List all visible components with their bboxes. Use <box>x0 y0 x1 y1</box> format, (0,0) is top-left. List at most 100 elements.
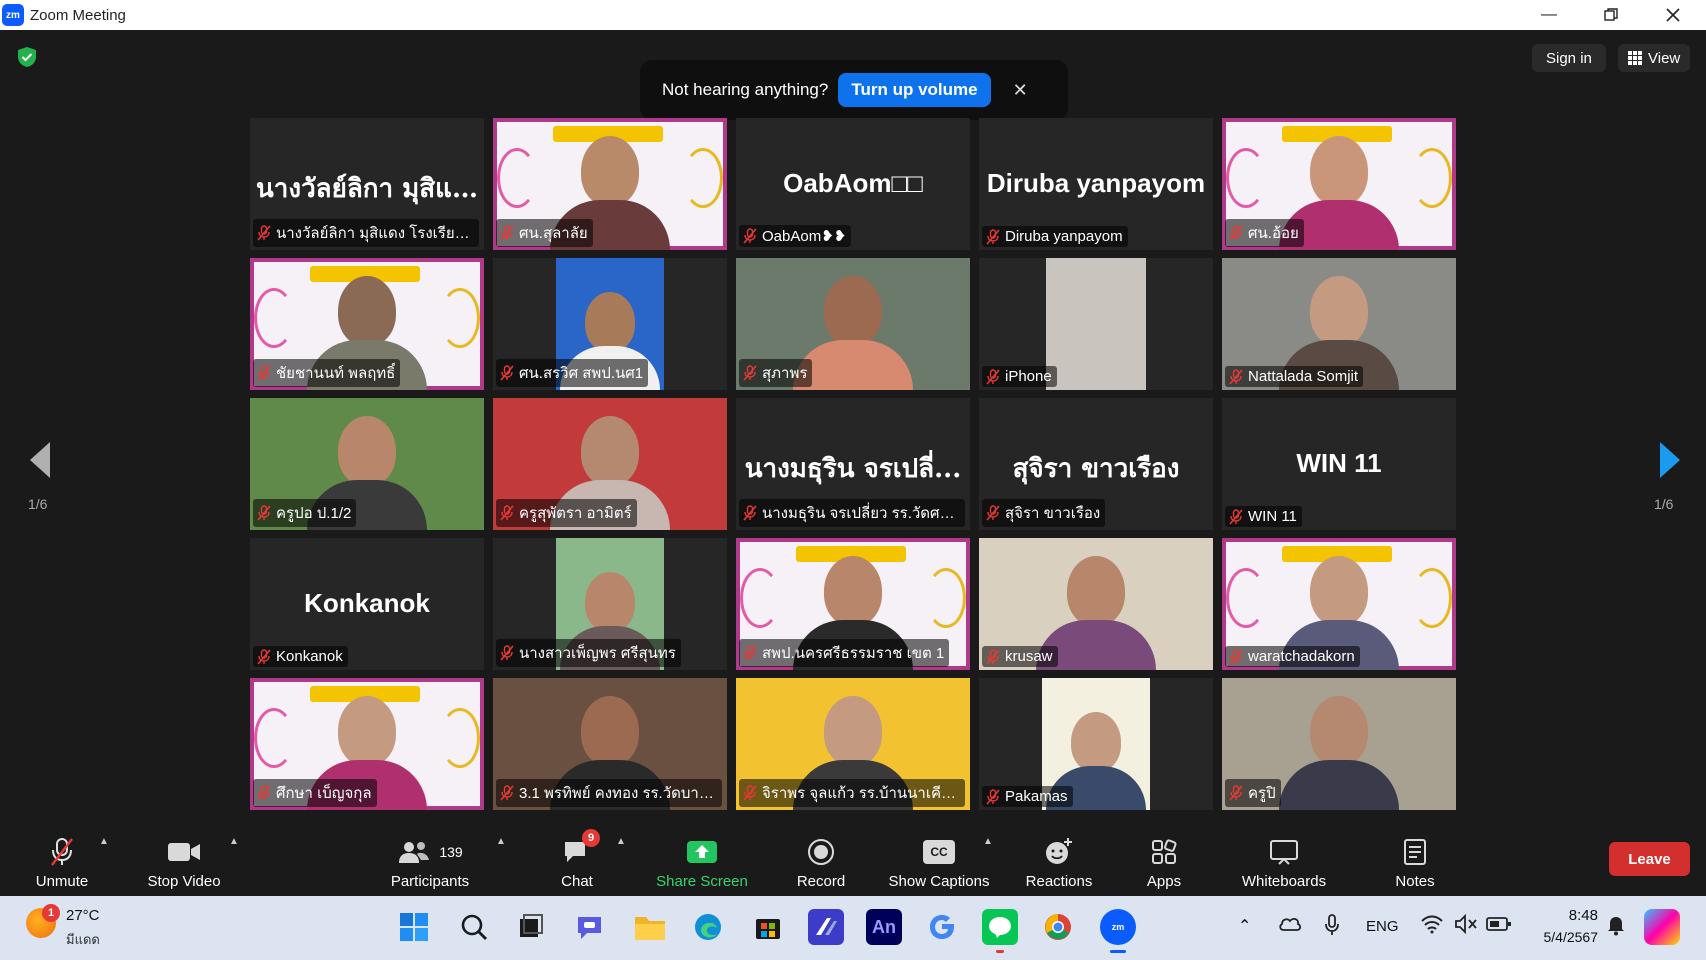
participant-tile[interactable]: ชัยชานนท์ พลฤทธิ์ <box>250 258 484 390</box>
copilot-icon[interactable] <box>1644 909 1680 945</box>
share-screen-button[interactable]: Share Screen <box>652 830 752 890</box>
participant-name-label: ครูสุพัตรา อามิตร์ <box>496 499 637 527</box>
participant-name-label: นางมธุริน จรเปลี่ยว รร.วัดศรีม... <box>739 499 965 527</box>
video-options-caret[interactable]: ▲ <box>226 830 242 890</box>
line-app-icon[interactable] <box>982 909 1018 945</box>
stop-video-button[interactable]: Stop Video <box>142 830 226 890</box>
participant-name: krusaw <box>1005 648 1053 665</box>
participant-tile[interactable]: ครูปอ ป.1/2 <box>250 398 484 530</box>
turn-up-volume-button[interactable]: Turn up volume <box>838 73 991 107</box>
participant-tile[interactable]: OabAom□□ OabAom❥❥ <box>736 118 970 250</box>
restore-icon[interactable] <box>1584 0 1638 30</box>
participant-tile[interactable]: 3.1 พรทิพย์ คงทอง รร.วัดบางใ... <box>493 678 727 810</box>
leave-meeting-button[interactable]: Leave <box>1609 842 1690 876</box>
show-captions-button[interactable]: CC Show Captions <box>882 830 996 890</box>
encryption-shield-icon[interactable] <box>16 46 38 68</box>
participant-tile[interactable]: ครูสุพัตรา อามิตร์ <box>493 398 727 530</box>
unmute-button[interactable]: Unmute <box>28 830 96 890</box>
participant-tile[interactable]: Konkanok Konkanok <box>250 538 484 670</box>
participant-tile[interactable]: ศึกษา เบ็ญจกุล <box>250 678 484 810</box>
participant-name: ครูปิ <box>1248 785 1276 802</box>
participant-display-name: Diruba yanpayom <box>986 168 1206 198</box>
notification-bell-icon[interactable] <box>1606 914 1626 940</box>
muted-mic-icon <box>986 788 1000 805</box>
google-icon[interactable] <box>924 909 960 945</box>
view-button[interactable]: View <box>1618 44 1691 72</box>
task-view-icon[interactable] <box>512 909 548 945</box>
file-explorer-icon[interactable] <box>632 909 668 945</box>
captions-options-caret[interactable]: ▲ <box>980 830 996 890</box>
record-button[interactable]: Record <box>790 830 852 890</box>
participant-tile[interactable]: Nattalada Somjit <box>1222 258 1456 390</box>
participant-tile[interactable]: สุภาพร <box>736 258 970 390</box>
participant-tile[interactable]: krusaw <box>979 538 1213 670</box>
microsoft-store-icon[interactable] <box>750 909 786 945</box>
page-indicator-right: 1/6 <box>1654 496 1674 512</box>
onedrive-cloud-icon[interactable] <box>1278 914 1302 936</box>
participant-name-label: Konkanok <box>253 646 348 667</box>
reactions-button[interactable]: Reactions <box>1020 830 1098 890</box>
wifi-icon[interactable] <box>1420 914 1444 938</box>
minimize-icon[interactable]: — <box>1522 0 1576 30</box>
participant-display-name: นางมธุริน จรเปลี่... <box>744 454 962 484</box>
participant-name: Nattalada Somjit <box>1248 368 1359 385</box>
participant-tile[interactable]: ศน.อ้อย <box>1222 118 1456 250</box>
participant-tile[interactable]: ศน.สุลาลัย <box>493 118 727 250</box>
clock-time[interactable]: 8:48 <box>1534 907 1598 924</box>
muted-mic-icon <box>1229 368 1243 385</box>
participant-tile[interactable]: จิราพร จุลแก้ว รร.บ้านนาเคียน <box>736 678 970 810</box>
participant-video <box>1046 258 1146 390</box>
apps-button[interactable]: Apps <box>1144 830 1184 890</box>
participant-tile[interactable]: Pakamas <box>979 678 1213 810</box>
sign-in-button[interactable]: Sign in <box>1532 44 1606 72</box>
participant-name: ครูปอ ป.1/2 <box>276 505 352 522</box>
photo-editor-icon[interactable] <box>808 909 844 945</box>
participant-tile[interactable]: Diruba yanpayom Diruba yanpayom <box>979 118 1213 250</box>
participant-name: สพป.นครศรีธรรมราช เขต 1 <box>762 645 945 662</box>
edge-browser-icon[interactable] <box>690 909 726 945</box>
windows-taskbar <box>0 896 1706 960</box>
language-indicator[interactable]: ENG <box>1366 918 1399 935</box>
chevron-up-icon: ▲ <box>983 836 993 847</box>
participant-tile[interactable]: สพป.นครศรีธรรมราช เขต 1 <box>736 538 970 670</box>
chat-options-caret[interactable]: ▲ <box>613 830 629 890</box>
participant-tile[interactable]: waratchadakorn <box>1222 538 1456 670</box>
participant-tile[interactable]: WIN 11 WIN 11 <box>1222 398 1456 530</box>
previous-page-icon[interactable] <box>26 440 54 480</box>
muted-mic-icon <box>500 505 514 521</box>
windows-start-icon[interactable] <box>396 909 432 945</box>
participant-tile[interactable]: ครูปิ <box>1222 678 1456 810</box>
record-icon <box>807 837 835 867</box>
participant-tile[interactable]: นางวัลย์ลิกา มุสิแ... นางวัลย์ลิกา มุสิแด… <box>250 118 484 250</box>
participant-name-label: Diruba yanpayom <box>982 226 1128 247</box>
close-notice-icon[interactable]: ✕ <box>1013 80 1028 101</box>
chrome-browser-icon[interactable] <box>1040 909 1076 945</box>
whiteboards-button[interactable]: Whiteboards <box>1234 830 1334 890</box>
search-icon[interactable] <box>456 909 492 945</box>
teams-chat-icon[interactable] <box>572 909 608 945</box>
muted-mic-icon <box>743 505 757 521</box>
participant-name: ศึกษา เบ็ญจกุล <box>276 785 372 802</box>
microphone-icon[interactable] <box>1324 914 1340 940</box>
speaker-muted-icon[interactable] <box>1454 913 1478 938</box>
participant-tile[interactable]: นางมธุริน จรเปลี่... นางมธุริน จรเปลี่ยว … <box>736 398 970 530</box>
chevron-up-icon[interactable]: ⌃ <box>1238 916 1251 936</box>
participant-tile[interactable]: นางสาวเพ็ญพร ศรีสุนทร <box>493 538 727 670</box>
participant-name-label: จิราพร จุลแก้ว รร.บ้านนาเคียน <box>739 779 965 807</box>
participant-tile[interactable]: iPhone <box>979 258 1213 390</box>
battery-icon[interactable] <box>1486 916 1512 936</box>
close-window-icon[interactable] <box>1646 0 1700 30</box>
notes-button[interactable]: Notes <box>1390 830 1440 890</box>
participant-tile[interactable]: สุจิรา ขาวเรือง สุจิรา ขาวเรือง <box>979 398 1213 530</box>
participants-options-caret[interactable]: ▲ <box>493 830 509 890</box>
next-page-icon[interactable] <box>1656 440 1684 480</box>
animate-icon[interactable]: An <box>866 909 902 945</box>
clock-date[interactable]: 5/4/2567 <box>1516 929 1599 945</box>
participant-name-label: ศึกษา เบ็ญจกุล <box>253 779 377 807</box>
participants-button[interactable]: 139 Participants <box>384 830 476 890</box>
participant-name: WIN 11 <box>1248 508 1297 525</box>
zoom-app-icon[interactable]: zm <box>1100 909 1136 945</box>
participant-tile[interactable]: ศน.สรวิศ สพป.นศ1 <box>493 258 727 390</box>
chevron-up-icon: ▲ <box>229 836 239 847</box>
audio-options-caret[interactable]: ▲ <box>96 830 112 890</box>
